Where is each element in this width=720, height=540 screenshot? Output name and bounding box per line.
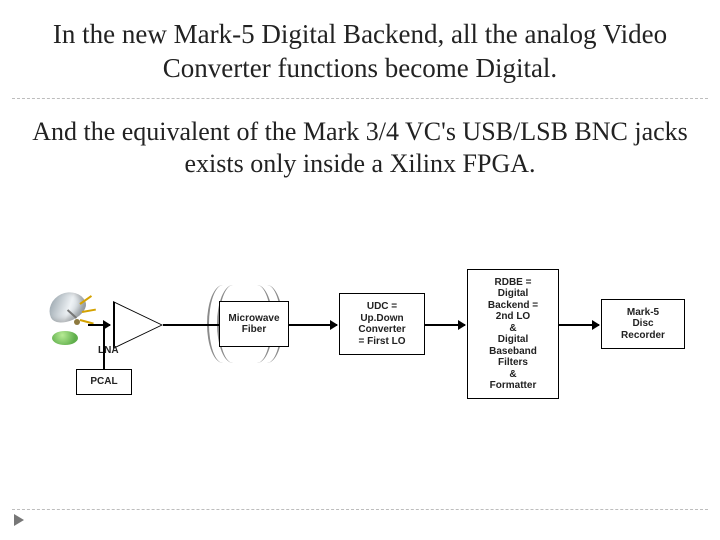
divider-bottom <box>12 509 708 510</box>
slide-footer-arrow-icon <box>14 514 24 526</box>
wire-lna-to-fiber <box>163 324 203 326</box>
arrow-udc-to-rdbe <box>425 324 465 326</box>
udc-block: UDC = Up.Down Converter = First LO <box>339 293 425 355</box>
slide-subtitle: And the equivalent of the Mark 3/4 VC's … <box>0 92 720 187</box>
wire-antenna-to-lna <box>88 324 110 326</box>
arrow-fiber-to-udc <box>289 324 337 326</box>
signal-chain-diagram: .diagram .arrow-h:first-of-type::after{d… <box>0 285 720 485</box>
slide-title: In the new Mark-5 Digital Backend, all t… <box>0 0 720 92</box>
lna-label: LNA <box>98 345 119 356</box>
lna-amplifier <box>115 303 161 347</box>
pcal-block: PCAL <box>76 369 132 395</box>
microwave-fiber-block: Microwave Fiber <box>219 301 289 347</box>
wire-to-pcal <box>103 325 105 369</box>
antenna-icon <box>44 291 98 351</box>
mark5-recorder-block: Mark-5 Disc Recorder <box>601 299 685 349</box>
divider-top <box>12 98 708 99</box>
rdbe-block: RDBE = Digital Backend = 2nd LO & Digita… <box>467 269 559 399</box>
arrow-rdbe-to-recorder <box>559 324 599 326</box>
